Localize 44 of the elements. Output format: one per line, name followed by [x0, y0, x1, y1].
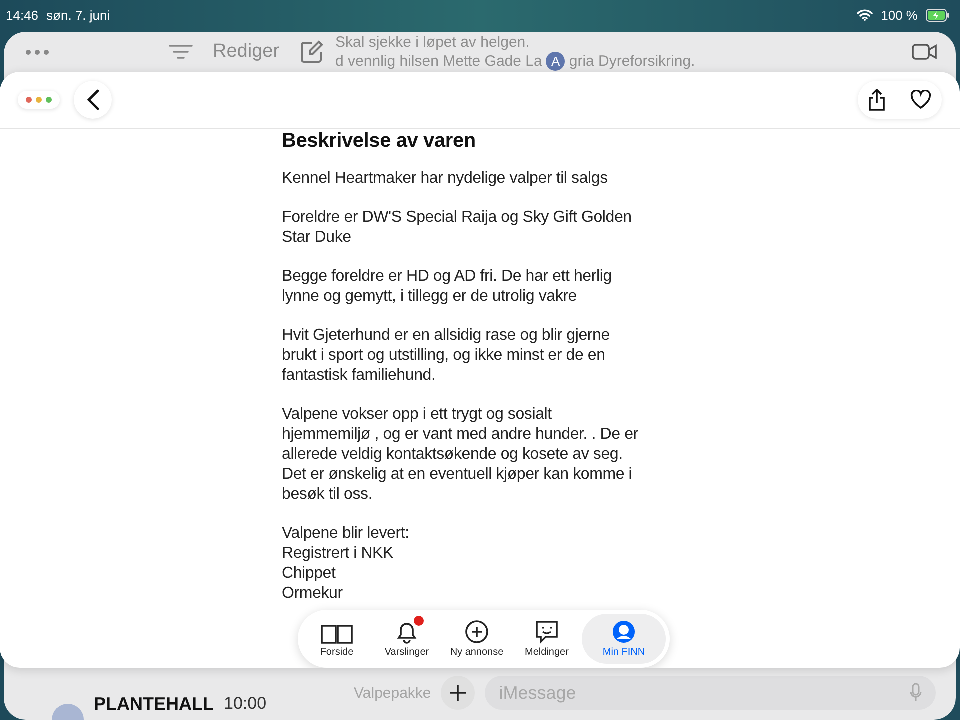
- add-icon: [465, 620, 489, 644]
- list-item: Registrert i NKK: [282, 544, 394, 564]
- more-icon[interactable]: [26, 50, 49, 54]
- list-item: Chippet: [282, 564, 337, 584]
- status-date: søn. 7. juni: [46, 8, 110, 22]
- tab[interactable]: Varslinger: [372, 614, 442, 664]
- conversation-time: 10:00: [224, 694, 267, 714]
- tab[interactable]: Min FINN: [582, 614, 666, 664]
- contact-avatar: A: [546, 52, 566, 71]
- status-time: 14:46: [6, 8, 39, 22]
- message-field[interactable]: iMessage: [485, 676, 936, 710]
- window-controls[interactable]: [18, 91, 60, 109]
- book-icon: [321, 624, 353, 644]
- description-paragraph: Hvit Gjeterhund er en allsidig rase og blir gjerne brukt i sport og utstilling, og ikke minst er de en fantastisk familiehund.: [282, 326, 611, 386]
- heart-icon[interactable]: [910, 90, 932, 110]
- battery-percent: 100 %: [881, 8, 918, 22]
- compose-icon[interactable]: [300, 40, 324, 64]
- video-camera-icon[interactable]: [912, 43, 938, 61]
- tab[interactable]: Forside: [302, 614, 372, 664]
- bell-icon: [396, 620, 418, 644]
- description-paragraph: Begge foreldre er HD og AD fri. De har ett herlig lynne og gemytt, i tillegg er de utrolig vakre: [282, 267, 613, 307]
- message-preview: d vennlig hilsen Mette Gade La: [336, 52, 542, 71]
- list-item: Ormekur: [282, 584, 344, 604]
- tab[interactable]: Meldinger: [512, 614, 582, 664]
- list-title: Valpene blir levert:: [282, 524, 410, 544]
- filter-icon[interactable]: [169, 44, 193, 60]
- profile-icon: [612, 620, 636, 644]
- chevron-left-icon: [86, 89, 100, 111]
- wifi-icon: [857, 9, 874, 21]
- message-preview: Skal sjekke i løpet av helgen.: [336, 33, 531, 52]
- description-paragraph: Valpene vokser opp i ett trygt og sosialt hjemmemiljø , og er vant med andre hunder. . De er allerede veldig kontaktsøkende og kosete av seg. Det er ønskelig at en eventuell kjøper kan komme i besøk til oss.: [282, 405, 640, 505]
- faded-text: Valpepakke: [354, 684, 432, 702]
- section-heading: Beskrivelse av varen: [282, 129, 477, 153]
- back-button[interactable]: [74, 81, 112, 119]
- chat-icon: [535, 620, 559, 644]
- description-paragraph: Foreldre er DW'S Special Raija og Sky Gift Golden Star Duke: [282, 208, 633, 248]
- battery-charging-icon: [926, 8, 950, 22]
- message-preview: gria Dyreforsikring.: [569, 52, 696, 71]
- plus-icon: [449, 684, 468, 702]
- tab[interactable]: Ny annonse: [442, 614, 512, 664]
- conversation-name: PLANTEHALL: [94, 694, 214, 714]
- description-paragraph: Kennel Heartmaker har nydelige valper til salgs: [282, 169, 609, 189]
- share-icon[interactable]: [868, 89, 886, 111]
- add-button[interactable]: [441, 676, 476, 710]
